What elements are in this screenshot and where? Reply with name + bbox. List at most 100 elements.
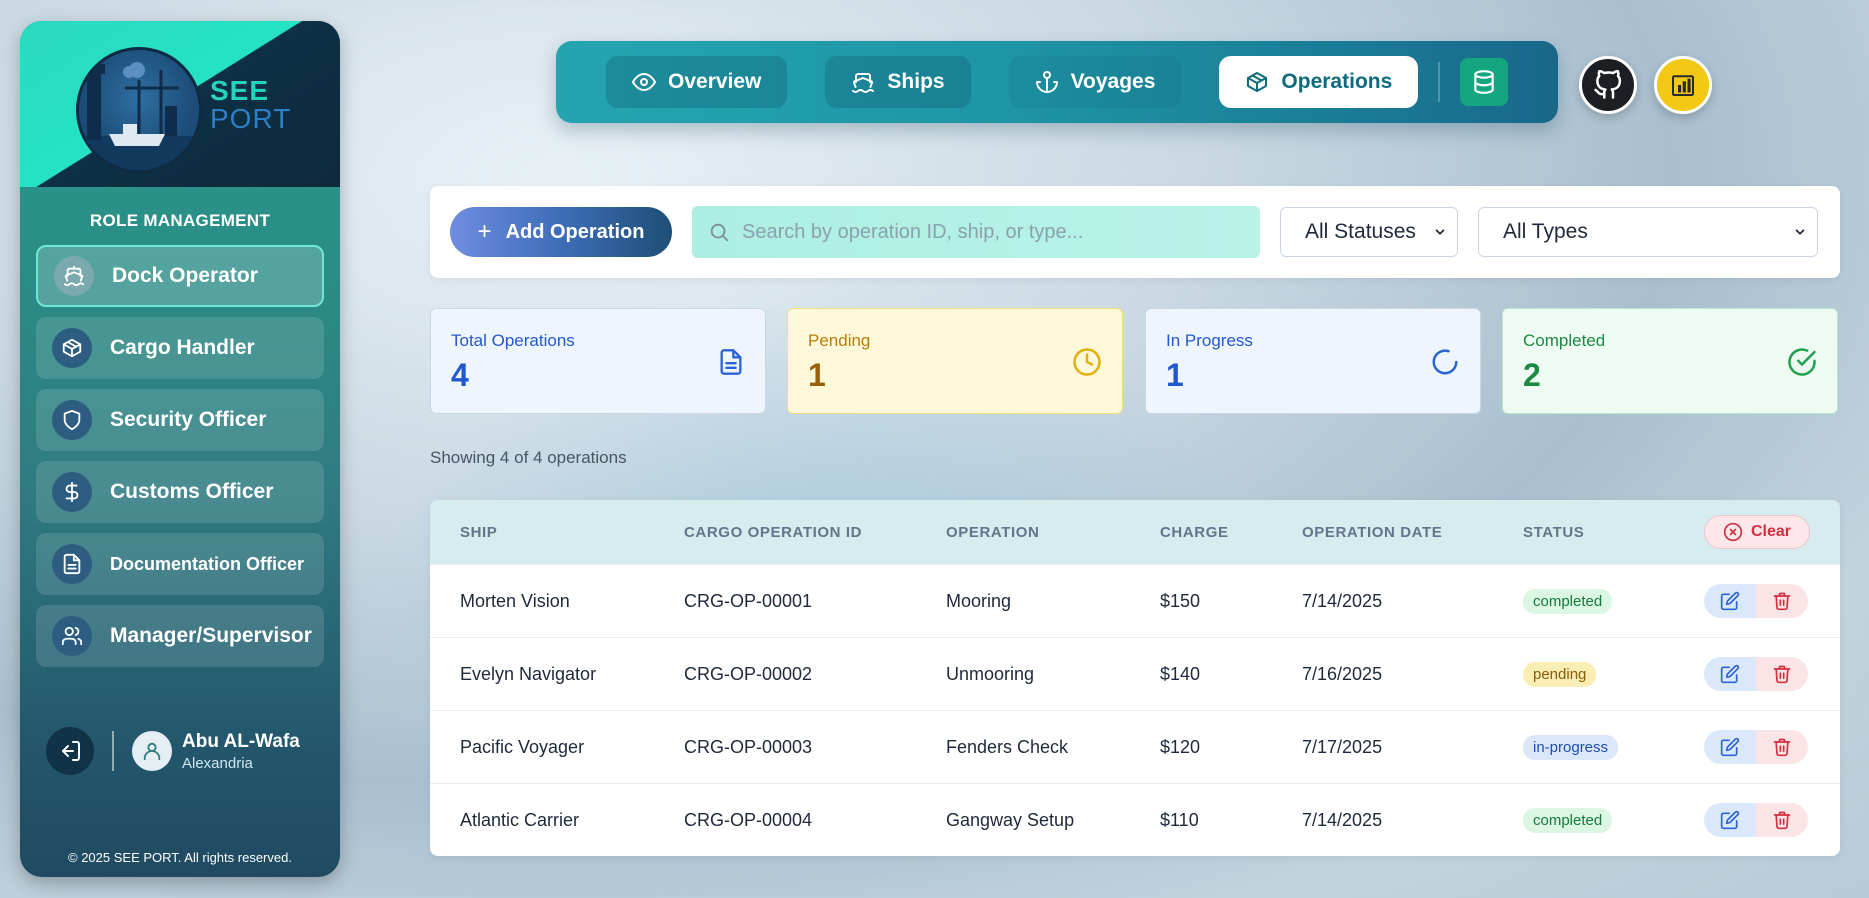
column-header-status[interactable]: STATUS [1523, 524, 1584, 541]
trash-icon [1773, 811, 1791, 830]
user-icon [143, 742, 161, 761]
tab-ships[interactable]: Ships [825, 56, 971, 108]
top-nav: Overview Ships Voyages Operations [556, 41, 1558, 123]
role-item-customs-officer[interactable]: Customs Officer [36, 461, 324, 523]
logo-line-1: SEE [210, 75, 270, 106]
cell-ship: Atlantic Carrier [460, 810, 580, 830]
type-filter-select[interactable]: All Types [1478, 207, 1818, 257]
shield-icon [52, 400, 92, 440]
check-circle-icon [1788, 348, 1816, 376]
add-operation-button[interactable]: + Add Operation [450, 207, 672, 257]
logo-emblem [76, 47, 202, 173]
nav-divider [1438, 62, 1441, 102]
status-badge: completed [1523, 808, 1613, 833]
cell-ship: Evelyn Navigator [460, 664, 597, 684]
search-icon [710, 223, 729, 242]
logout-icon [62, 741, 80, 761]
column-header-ship[interactable]: SHIP [460, 524, 497, 541]
role-item-manager-supervisor[interactable]: Manager/Supervisor [36, 605, 324, 667]
user-row: Abu AL-Wafa Alexandria [46, 721, 316, 781]
cell-date: 7/14/2025 [1302, 810, 1383, 830]
stat-value: 1 [808, 357, 826, 393]
logo-area: SEE PORT [20, 21, 340, 187]
stat-card-completed: Completed 2 [1502, 308, 1838, 414]
clear-button[interactable]: Clear [1704, 515, 1810, 549]
chevron-down-icon [1795, 229, 1805, 235]
role-item-cargo-handler[interactable]: Cargo Handler [36, 317, 324, 379]
cell-operation: Mooring [946, 591, 1012, 611]
role-label: Security Officer [110, 408, 267, 431]
logo-line-2: PORT [210, 103, 292, 134]
cell-date: 7/17/2025 [1302, 737, 1383, 757]
column-header-charge[interactable]: CHARGE [1160, 524, 1229, 541]
tab-operations[interactable]: Operations [1219, 56, 1419, 108]
tab-voyages[interactable]: Voyages [1008, 56, 1182, 108]
cell-charge: $150 [1160, 591, 1201, 611]
role-label: Manager/Supervisor [110, 624, 312, 647]
status-badge: completed [1523, 589, 1613, 614]
avatar [132, 731, 172, 771]
table-row: Pacific Voyager CRG-OP-00003 Fenders Che… [430, 710, 1840, 783]
delete-button[interactable] [1756, 730, 1808, 764]
edit-button[interactable] [1704, 730, 1756, 764]
cell-operation: Unmooring [946, 664, 1035, 684]
cell-cargo-id: CRG-OP-00002 [684, 664, 813, 684]
status-badge: pending [1523, 662, 1597, 687]
role-label: Documentation Officer [110, 553, 305, 574]
user-city: Alexandria [182, 754, 253, 772]
edit-icon [1720, 810, 1740, 830]
cell-cargo-id: CRG-OP-00003 [684, 737, 813, 757]
delete-button[interactable] [1756, 803, 1808, 837]
cell-cargo-id: CRG-OP-00004 [684, 810, 813, 830]
operations-table: SHIP CARGO OPERATION ID OPERATION CHARGE… [430, 500, 1840, 856]
cell-date: 7/16/2025 [1302, 664, 1383, 684]
divider [112, 731, 114, 771]
edit-button[interactable] [1704, 803, 1756, 837]
powerbi-button[interactable] [1654, 56, 1712, 114]
role-item-security-officer[interactable]: Security Officer [36, 389, 324, 451]
anchor-icon [1035, 71, 1058, 93]
column-header-date[interactable]: OPERATION DATE [1302, 524, 1442, 541]
cell-ship: Pacific Voyager [460, 737, 585, 757]
search-input[interactable] [742, 220, 1242, 244]
role-label: Customs Officer [110, 480, 274, 503]
search-box [692, 206, 1260, 258]
status-filter-select[interactable]: All Statuses [1280, 207, 1458, 257]
delete-button[interactable] [1756, 657, 1808, 691]
table-row: Evelyn Navigator CRG-OP-00002 Unmooring … [430, 637, 1840, 710]
showing-count: Showing 4 of 4 operations [430, 448, 627, 467]
tab-label: Overview [668, 70, 762, 93]
cell-charge: $110 [1160, 810, 1199, 830]
database-button[interactable] [1460, 58, 1509, 106]
column-header-operation[interactable]: OPERATION [946, 524, 1039, 541]
tab-label: Operations [1281, 70, 1393, 93]
dollar-icon [52, 472, 92, 512]
logout-button[interactable] [46, 727, 94, 775]
status-badge: in-progress [1523, 735, 1619, 760]
row-actions [1704, 584, 1808, 618]
clear-label: Clear [1750, 523, 1792, 540]
users-icon [52, 616, 92, 656]
delete-button[interactable] [1756, 584, 1808, 618]
role-item-documentation-officer[interactable]: Documentation Officer [36, 533, 324, 595]
tab-overview[interactable]: Overview [606, 56, 788, 108]
row-actions [1704, 803, 1808, 837]
stat-label: Total Operations [451, 331, 575, 350]
column-header-cargo-id[interactable]: CARGO OPERATION ID [684, 524, 862, 541]
edit-button[interactable] [1704, 584, 1756, 618]
github-icon [1594, 70, 1622, 99]
database-icon [1474, 70, 1495, 94]
sidebar: SEE PORT ROLE MANAGEMENT Dock Operator C… [20, 21, 340, 877]
table-row: Atlantic Carrier CRG-OP-00004 Gangway Se… [430, 783, 1840, 856]
box-icon [1247, 72, 1268, 92]
role-item-dock-operator[interactable]: Dock Operator [36, 245, 324, 307]
cell-operation: Fenders Check [946, 737, 1069, 757]
document-icon [52, 544, 92, 584]
github-button[interactable] [1579, 56, 1637, 114]
stat-card-total: Total Operations 4 [430, 308, 766, 414]
port-illustration-icon [79, 56, 199, 170]
user-info: Abu AL-Wafa Alexandria [182, 731, 300, 772]
edit-button[interactable] [1704, 657, 1756, 691]
logo-text: SEE PORT [210, 77, 291, 133]
cell-cargo-id: CRG-OP-00001 [684, 591, 813, 611]
